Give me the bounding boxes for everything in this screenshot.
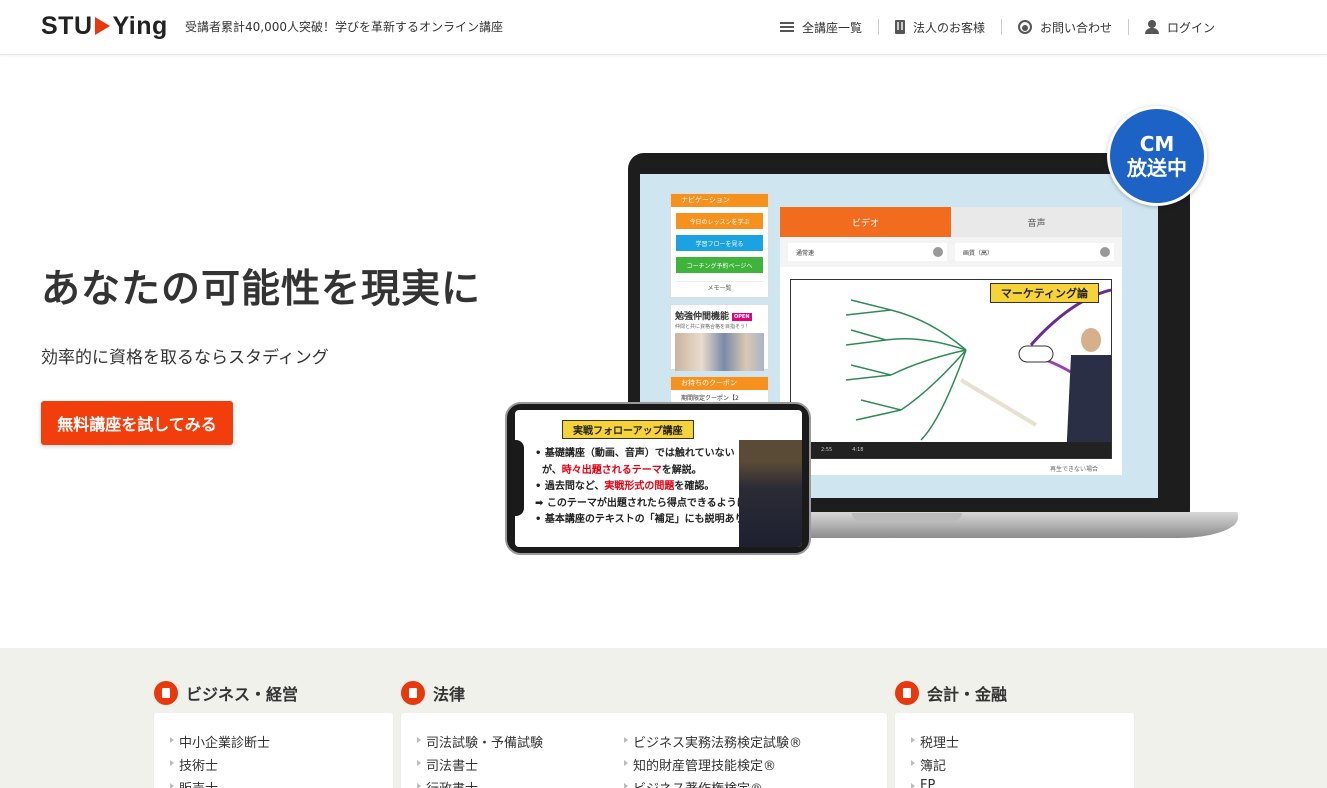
course-link[interactable]: 司法試験・予備試験	[416, 732, 543, 751]
video-controls: 2:55 4:18	[791, 442, 1111, 458]
quality-value: 画質（高）	[963, 249, 994, 257]
nav-label: 全講座一覧	[801, 20, 862, 35]
quality-select: 画質（高）	[955, 243, 1114, 261]
course-link[interactable]: ビジネス実務法務検定試験®	[623, 732, 802, 751]
course-link[interactable]: 税理士	[910, 732, 959, 751]
study-buddy-title: 勉強仲間機能 OPEN	[671, 305, 768, 322]
phone-line: • 過去問など、実戦形式の問題を確認。	[535, 479, 754, 496]
speed-select: 通常速	[788, 243, 947, 261]
phone-notch	[512, 440, 524, 516]
nav-contact[interactable]: お問い合わせ	[1000, 19, 1128, 35]
free-trial-button[interactable]: 無料講座を試してみる	[41, 401, 233, 445]
category-law: 法律	[401, 681, 465, 705]
category-title: ビジネス・経営	[186, 685, 299, 704]
navigation-panel: ナビゲーション 今日のレッスンを学ぶ 学習フローを見る コーチング予約ページへ …	[670, 193, 769, 298]
nav-login[interactable]: ログイン	[1127, 19, 1231, 35]
phone-line: が、時々出題されるテーマを解説。	[535, 463, 754, 480]
study-buddy-label: 勉強仲間機能	[675, 312, 730, 322]
course-link[interactable]: 司法書士	[416, 755, 478, 774]
phone-screen: 実戦フォローアップ講座 • 基礎講座（動画、音声）では触れていない が、時々出題…	[515, 410, 802, 547]
course-link[interactable]: 販売士	[169, 778, 218, 788]
nav-corporate[interactable]: 法人のお客様	[877, 19, 1001, 35]
course-link[interactable]: 簿記	[910, 755, 946, 774]
course-link[interactable]: ビジネス著作権検定®	[623, 778, 763, 788]
memo-link: メモ一覧	[676, 281, 763, 293]
study-flow-button: 学習フローを見る	[676, 235, 763, 251]
category-title: 法律	[433, 685, 466, 704]
chevron-down-icon	[933, 247, 943, 257]
study-buddy-panel: 勉強仲間機能 OPEN 仲間と共に資格合格を目指そう！	[670, 304, 769, 371]
navigation-header: ナビゲーション	[671, 194, 768, 207]
speed-value: 通常速	[796, 249, 815, 257]
building-icon	[894, 20, 905, 34]
play-icon	[94, 17, 110, 35]
studying-logo[interactable]: STU Ying	[41, 12, 168, 40]
video-slide-title: マーケティング論	[989, 283, 1099, 303]
course-link[interactable]: 知的財産管理技能検定®	[623, 755, 776, 774]
coins-icon	[895, 681, 919, 705]
playback-help: 再生できない場合	[1050, 466, 1099, 473]
chevron-down-icon	[1100, 247, 1110, 257]
header-nav: 全講座一覧 法人のお客様 お問い合わせ ログイン	[764, 17, 1231, 37]
phone-text: • 過去問など、	[535, 481, 605, 492]
phone-text: を解説。	[661, 464, 702, 476]
time-current: 2:55	[821, 447, 833, 453]
open-badge: OPEN	[732, 312, 752, 321]
phone-highlight: 実戦形式の問題	[604, 481, 675, 492]
coupon-header: お持ちのクーポン	[671, 377, 768, 390]
hero-title: あなたの可能性を現実に	[41, 267, 482, 312]
phone-line: • 基本講座のテキストの「補足」にも説明あり。	[535, 514, 755, 525]
course-link[interactable]: 行政書士	[416, 778, 478, 788]
nav-label: ログイン	[1166, 20, 1215, 35]
list-icon	[779, 20, 794, 34]
app-player: ビデオ 音声 通常速 画質（高） マーケティング論 2:55 4:18	[780, 207, 1122, 475]
coupon-panel: お持ちのクーポン 期間限定クーポン【2	[670, 376, 769, 404]
headset-icon	[1017, 20, 1032, 34]
logo-text-suffix: Ying	[112, 11, 168, 40]
phone-slide-title: 実戦フォローアップ講座	[562, 420, 694, 439]
tab-video: ビデオ	[780, 207, 951, 237]
cm-badge-line2: 放送中	[1127, 156, 1187, 180]
mind-map-graphic	[845, 288, 1111, 458]
course-link[interactable]: 技術士	[169, 755, 218, 774]
nav-label: お問い合わせ	[1039, 20, 1112, 35]
today-lesson-button: 今日のレッスンを学ぶ	[676, 213, 763, 229]
time-total: 4:18	[852, 447, 864, 453]
player-tabs: ビデオ 音声	[780, 207, 1122, 237]
nav-all-courses[interactable]: 全講座一覧	[764, 19, 878, 35]
study-buddy-photo	[675, 333, 764, 371]
phone-text: が、	[541, 464, 562, 476]
cm-badge-line1: CM	[1139, 132, 1175, 156]
gavel-icon	[401, 681, 425, 705]
category-title: 会計・金融	[927, 685, 1008, 704]
user-icon	[1144, 20, 1159, 34]
course-link[interactable]: 中小企業診断士	[169, 732, 270, 751]
laptop-notch	[852, 513, 962, 521]
player-selects: 通常速 画質（高）	[780, 237, 1122, 267]
category-business: ビジネス・経営	[154, 681, 298, 705]
tab-audio: 音声	[951, 207, 1122, 237]
lecture-video: マーケティング論 2:55 4:18	[790, 279, 1112, 459]
phone-highlight: 時々出題されるテーマ	[561, 464, 662, 476]
phone-slide-text: • 基礎講座（動画、音声）では触れていない が、時々出題されるテーマを解説。 •…	[535, 446, 754, 529]
hero-subtitle: 効率的に資格を取るならスタディング	[41, 348, 329, 368]
cm-badge: CM 放送中	[1107, 106, 1207, 206]
lecturer-photo	[739, 440, 802, 547]
logo-text-prefix: STU	[41, 11, 93, 40]
site-header: STU Ying 受講者累計40,000人突破！学びを革新するオンライン講座 全講…	[0, 0, 1327, 55]
coaching-button: コーチング予約ページへ	[676, 257, 763, 273]
document-icon	[154, 681, 178, 705]
header-tagline: 受講者累計40,000人突破！学びを革新するオンライン講座	[185, 20, 503, 34]
category-accounting: 会計・金融	[895, 681, 1007, 705]
phone-line: • 基礎講座（動画、音声）では触れていない	[535, 448, 735, 459]
study-buddy-sub: 仲間と共に資格合格を目指そう！	[675, 324, 751, 330]
nav-label: 法人のお客様	[912, 20, 985, 35]
phone-line: ➡ このテーマが出題されたら得点できるように	[535, 497, 747, 509]
course-link[interactable]: FP	[910, 778, 935, 788]
phone-text: を確認。	[674, 481, 715, 492]
